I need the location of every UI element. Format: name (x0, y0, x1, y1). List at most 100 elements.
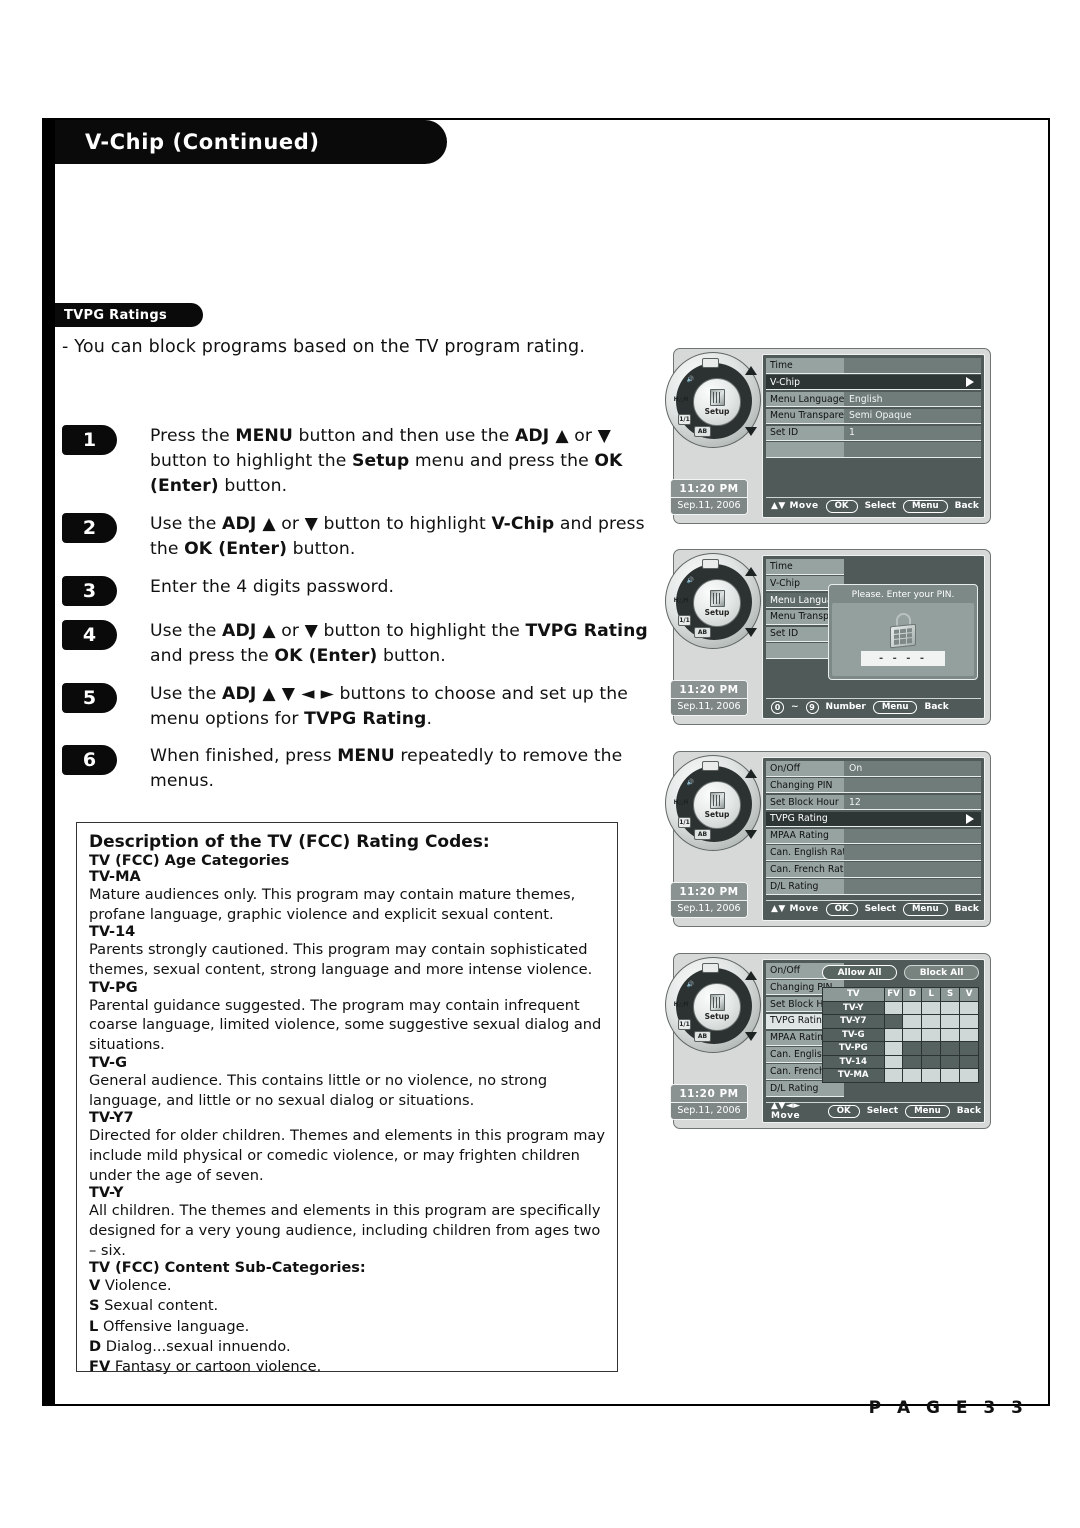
volume-icon[interactable]: 🔊 (683, 978, 698, 990)
grid-cell[interactable] (902, 1000, 923, 1015)
volume-icon[interactable]: 🔊 (683, 776, 698, 788)
ab-button[interactable]: AB (694, 829, 711, 840)
grid-cell[interactable] (921, 1041, 942, 1056)
volume-icon[interactable]: 🔊 (683, 574, 698, 586)
osd-menu-row[interactable]: Menu TransparencySemi Opaque (766, 408, 981, 425)
channel-icon[interactable]: 1/1 (678, 1019, 691, 1030)
grid-cell[interactable] (940, 1014, 961, 1029)
key-zero[interactable]: 0 (771, 700, 784, 714)
grid-cell[interactable] (940, 1041, 961, 1056)
grid-cell[interactable] (883, 1054, 904, 1069)
grid-cell[interactable] (921, 1000, 942, 1015)
grid-cell[interactable] (921, 1054, 942, 1069)
audio-icon[interactable]: H△H (673, 998, 689, 1010)
grid-cell[interactable] (940, 1054, 961, 1069)
grid-cell[interactable] (959, 1041, 979, 1056)
grid-cell[interactable] (921, 1068, 942, 1083)
grid-cell[interactable] (902, 1014, 923, 1029)
menu-button[interactable]: Menu (902, 499, 948, 513)
ab-button[interactable]: AB (694, 426, 711, 437)
pin-input[interactable]: - - - - (861, 651, 945, 666)
audio-icon[interactable]: H△H (673, 796, 689, 808)
ok-button[interactable]: OK (825, 902, 858, 916)
up-arrow-icon[interactable] (745, 567, 757, 576)
down-arrow-icon[interactable] (745, 830, 757, 839)
setup-center-button[interactable]: Setup (693, 378, 741, 426)
osd-menu-row[interactable]: Set ID 1 (766, 425, 981, 442)
osd-menu-row[interactable]: On/Off On (766, 761, 981, 777)
osd-menu-row[interactable]: Time (766, 358, 981, 374)
grid-cell[interactable] (883, 1014, 904, 1029)
grid-row[interactable]: TV-Y (822, 1000, 979, 1015)
osd-menu-row[interactable]: Can. French Rating (766, 862, 981, 878)
grid-row[interactable]: TV-Y7 (822, 1014, 979, 1029)
osd-menu-row[interactable]: V-Chip (766, 374, 981, 391)
grid-row[interactable]: TV-G (822, 1027, 979, 1042)
block-all-button[interactable]: Block All (904, 965, 979, 980)
ok-button[interactable]: OK (825, 499, 858, 513)
menu-button[interactable]: Menu (902, 902, 948, 916)
grid-cell[interactable] (902, 1054, 923, 1069)
screen-icon[interactable] (702, 761, 719, 771)
setup-center-button[interactable]: Setup (693, 579, 741, 627)
grid-cell[interactable] (959, 1068, 979, 1083)
grid-cell[interactable] (883, 1041, 904, 1056)
grid-cell[interactable] (883, 1068, 904, 1083)
grid-cell[interactable] (921, 1014, 942, 1029)
audio-icon[interactable]: H△H (673, 393, 689, 405)
up-arrow-icon[interactable] (745, 971, 757, 980)
setup-center-button[interactable]: Setup (693, 781, 741, 829)
tvpg-rating-grid[interactable]: TV FV D L S V TV-Y TV-Y7 TV-G TV-PG TV-14 TV-MA (822, 987, 979, 1083)
osd-menu-row[interactable]: D/L Rating (766, 1081, 844, 1097)
ab-button[interactable]: AB (694, 1031, 711, 1042)
down-arrow-icon[interactable] (745, 427, 757, 436)
osd-menu-row[interactable]: Menu Language English (766, 391, 981, 408)
screen-icon[interactable] (702, 358, 719, 368)
up-arrow-icon[interactable] (745, 366, 757, 375)
osd-menu-row[interactable]: Can. English Rating (766, 845, 981, 862)
channel-icon[interactable]: 1/1 (678, 414, 691, 425)
grid-cell[interactable] (959, 1027, 979, 1042)
audio-icon[interactable]: H△H (673, 594, 689, 606)
grid-cell[interactable] (902, 1027, 923, 1042)
channel-icon[interactable]: 1/1 (678, 817, 691, 828)
screen-icon[interactable] (702, 559, 719, 569)
ab-button[interactable]: AB (694, 627, 711, 638)
grid-cell[interactable] (940, 1027, 961, 1042)
osd-menu-row[interactable] (766, 442, 981, 459)
grid-row[interactable]: TV-PG (822, 1041, 979, 1056)
grid-row[interactable]: TV-MA (822, 1068, 979, 1083)
setup-center-button[interactable]: Setup (693, 983, 741, 1031)
grid-cell[interactable] (902, 1041, 923, 1056)
osd-menu-row[interactable]: Set Block Hour 12 (766, 794, 981, 811)
osd-menu-row[interactable]: Time (766, 559, 844, 575)
down-arrow-icon[interactable] (745, 1032, 757, 1041)
menu-button[interactable]: Menu (905, 1104, 950, 1118)
grid-row[interactable]: TV-14 (822, 1054, 979, 1069)
grid-cell[interactable] (959, 1014, 979, 1029)
grid-cell[interactable] (959, 1000, 979, 1015)
osd-row-label: Menu Transparency (766, 408, 844, 425)
screen-icon[interactable] (702, 963, 719, 973)
ok-button[interactable]: OK (827, 1104, 860, 1118)
grid-cell[interactable] (940, 1000, 961, 1015)
osd-menu-row[interactable]: TVPG Rating (766, 811, 981, 828)
grid-cell[interactable] (921, 1027, 942, 1042)
menu-button[interactable]: Menu (872, 700, 918, 714)
down-arrow-icon[interactable] (745, 628, 757, 637)
volume-icon[interactable]: 🔊 (683, 373, 698, 385)
grid-cell[interactable] (959, 1054, 979, 1069)
key-nine[interactable]: 9 (805, 700, 819, 714)
osd-menu-row[interactable]: MPAA Rating (766, 828, 981, 845)
grid-row-header: TV-14 (822, 1054, 885, 1069)
grid-cell[interactable] (940, 1068, 961, 1083)
instruction-steps: 1 Press the MENU button and then use the … (62, 424, 662, 807)
channel-icon[interactable]: 1/1 (678, 615, 691, 626)
up-arrow-icon[interactable] (745, 769, 757, 778)
grid-cell[interactable] (883, 1000, 904, 1015)
allow-all-button[interactable]: Allow All (822, 965, 898, 980)
grid-cell[interactable] (902, 1068, 923, 1083)
osd-menu-row[interactable]: D/L Rating (766, 879, 981, 895)
osd-menu-row[interactable]: Changing PIN (766, 777, 981, 794)
grid-cell[interactable] (883, 1027, 904, 1042)
